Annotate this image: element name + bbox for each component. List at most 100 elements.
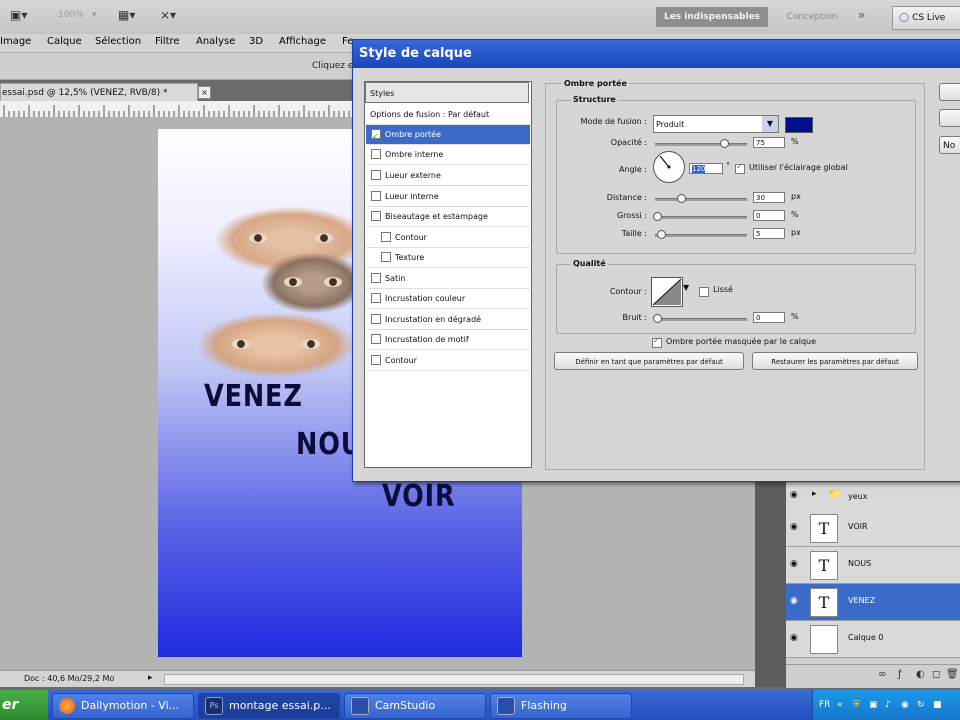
eye-icon[interactable]: ◉ bbox=[790, 490, 798, 500]
shadow-color-swatch[interactable] bbox=[785, 117, 813, 133]
screen-mode-icon[interactable]: ▣▾ bbox=[10, 8, 27, 24]
size-slider-knob[interactable] bbox=[657, 230, 666, 239]
layer-row-yeux[interactable]: ◉ ▸ 📁 yeux bbox=[786, 482, 960, 511]
style-item-blending-options[interactable]: Options de fusion : Par défaut bbox=[366, 105, 530, 125]
shield-icon[interactable]: ⛨ bbox=[853, 690, 860, 720]
set-default-button[interactable]: Définir en tant que paramètres par défau… bbox=[554, 352, 744, 370]
angle-dial[interactable] bbox=[653, 151, 685, 183]
arrange-documents-icon[interactable]: ▦▾ bbox=[118, 8, 135, 24]
trash-icon[interactable]: 🗑 bbox=[946, 669, 959, 680]
new-style-button[interactable]: No bbox=[939, 136, 960, 154]
opacity-slider[interactable] bbox=[655, 139, 747, 148]
style-checkbox[interactable] bbox=[371, 127, 381, 147]
more-workspaces-button[interactable]: » bbox=[858, 8, 865, 22]
noise-input[interactable]: 0 bbox=[753, 312, 785, 323]
horizontal-scrollbar[interactable] bbox=[164, 674, 744, 685]
style-checkbox[interactable] bbox=[381, 231, 391, 242]
update-icon[interactable]: ↻ bbox=[917, 690, 925, 720]
global-light-checkbox[interactable] bbox=[735, 162, 745, 174]
task-camstudio[interactable]: CamStudio bbox=[344, 693, 486, 719]
eye-icon[interactable]: ◉ bbox=[790, 596, 798, 606]
language-indicator[interactable]: FR bbox=[819, 690, 830, 720]
style-checkbox[interactable] bbox=[381, 251, 391, 262]
menu-filtre[interactable]: Filtre bbox=[155, 36, 180, 47]
eye-icon[interactable]: ◉ bbox=[790, 559, 798, 569]
style-item-satin[interactable]: Satin bbox=[366, 269, 530, 289]
eye-icon[interactable]: ◉ bbox=[790, 522, 798, 532]
style-checkbox[interactable] bbox=[371, 354, 381, 365]
style-checkbox[interactable] bbox=[371, 169, 381, 180]
ok-button[interactable] bbox=[939, 83, 960, 101]
mask-icon[interactable]: ◐ bbox=[916, 669, 925, 680]
status-arrow-icon[interactable]: ▸ bbox=[148, 673, 153, 683]
zoom-dropdown-icon[interactable]: ▾ bbox=[92, 10, 97, 26]
style-checkbox[interactable] bbox=[371, 210, 381, 221]
size-input[interactable]: 5 bbox=[753, 228, 785, 239]
task-dailymotion[interactable]: Dailymotion - Vi... bbox=[52, 693, 194, 719]
layer-row-nous[interactable]: ◉ T NOUS bbox=[786, 547, 960, 584]
link-layers-icon[interactable]: ∞ bbox=[878, 669, 886, 680]
menu-image[interactable]: Image bbox=[0, 36, 31, 47]
reset-default-button[interactable]: Restaurer les paramètres par défaut bbox=[752, 352, 918, 370]
layer-row-voir[interactable]: ◉ T VOIR bbox=[786, 510, 960, 547]
spread-slider-knob[interactable] bbox=[653, 212, 662, 221]
distance-slider[interactable] bbox=[655, 194, 747, 203]
size-slider[interactable] bbox=[655, 230, 747, 239]
group-expand-icon[interactable]: ▸ bbox=[812, 489, 817, 499]
new-layer-icon[interactable]: ◻ bbox=[932, 669, 940, 680]
noise-slider-knob[interactable] bbox=[653, 314, 662, 323]
layer-row-venez[interactable]: ◉ T VENEZ bbox=[786, 584, 960, 621]
contour-preview[interactable] bbox=[651, 277, 683, 307]
blend-mode-select[interactable]: Produit ▼ bbox=[653, 115, 779, 133]
workspace-essentials-button[interactable]: Les indispensables bbox=[656, 7, 768, 27]
chevron-down-icon[interactable]: ▼ bbox=[683, 283, 689, 292]
style-item-color-overlay[interactable]: Incrustation couleur bbox=[366, 289, 530, 309]
start-button[interactable]: er bbox=[0, 690, 48, 720]
style-item-pattern-overlay[interactable]: Incrustation de motif bbox=[366, 330, 530, 350]
task-photoshop[interactable]: Ps montage essai.p... bbox=[198, 693, 340, 719]
antialias-checkbox[interactable] bbox=[699, 287, 709, 297]
style-checkbox[interactable] bbox=[371, 272, 381, 283]
cs-live-button[interactable]: ◯ CS Live bbox=[892, 6, 960, 30]
style-item-bevel-emboss[interactable]: Biseautage et estampage bbox=[366, 207, 530, 227]
noise-slider[interactable] bbox=[653, 314, 747, 323]
volume-icon[interactable]: ♪ bbox=[885, 690, 891, 720]
task-flashing[interactable]: Flashing bbox=[490, 693, 632, 719]
extras-icon[interactable]: ⨯▾ bbox=[160, 8, 176, 24]
distance-slider-knob[interactable] bbox=[677, 194, 686, 203]
opacity-slider-knob[interactable] bbox=[720, 139, 729, 148]
style-checkbox[interactable] bbox=[371, 148, 381, 159]
menu-calque[interactable]: Calque bbox=[47, 36, 82, 47]
style-item-outer-glow[interactable]: Lueur externe bbox=[366, 166, 530, 186]
knockout-checkbox[interactable] bbox=[652, 336, 662, 348]
document-tab[interactable]: essai.psd @ 12,5% (VENEZ, RVB/8) * × bbox=[0, 83, 211, 102]
fx-icon[interactable]: ƒ bbox=[898, 669, 902, 680]
distance-input[interactable]: 30 bbox=[753, 192, 785, 203]
workspace-design-button[interactable]: Conception bbox=[776, 7, 848, 27]
layer-row-calque-0[interactable]: ◉ Calque 0 bbox=[786, 621, 960, 658]
style-item-stroke[interactable]: Contour bbox=[366, 351, 530, 371]
style-checkbox[interactable] bbox=[371, 333, 381, 344]
menu-selection[interactable]: Sélection bbox=[95, 36, 141, 47]
tray-app-icon[interactable]: ■ bbox=[933, 690, 942, 720]
zoom-level[interactable]: 100% bbox=[58, 10, 84, 26]
menu-3d[interactable]: 3D bbox=[249, 36, 263, 47]
style-checkbox[interactable] bbox=[371, 190, 381, 201]
antivirus-icon[interactable]: ◉ bbox=[901, 690, 909, 720]
style-checkbox[interactable] bbox=[371, 313, 381, 324]
style-checkbox[interactable] bbox=[371, 292, 381, 303]
eye-icon[interactable]: ◉ bbox=[790, 633, 798, 643]
menu-affichage[interactable]: Affichage bbox=[279, 36, 326, 47]
styles-header[interactable]: Styles bbox=[365, 82, 529, 103]
style-item-contour-sub[interactable]: Contour bbox=[366, 228, 530, 248]
style-item-inner-shadow[interactable]: Ombre interne bbox=[366, 145, 530, 165]
spread-slider[interactable] bbox=[653, 212, 747, 221]
spread-input[interactable]: 0 bbox=[753, 210, 785, 221]
opacity-input[interactable]: 75 bbox=[753, 137, 785, 148]
tray-expand-icon[interactable]: « bbox=[837, 690, 843, 720]
style-item-texture[interactable]: Texture bbox=[366, 248, 530, 268]
style-item-gradient-overlay[interactable]: Incrustation en dégradé bbox=[366, 310, 530, 330]
close-icon[interactable]: × bbox=[198, 86, 211, 99]
style-item-inner-glow[interactable]: Lueur interne bbox=[366, 187, 530, 207]
menu-analyse[interactable]: Analyse bbox=[196, 36, 235, 47]
